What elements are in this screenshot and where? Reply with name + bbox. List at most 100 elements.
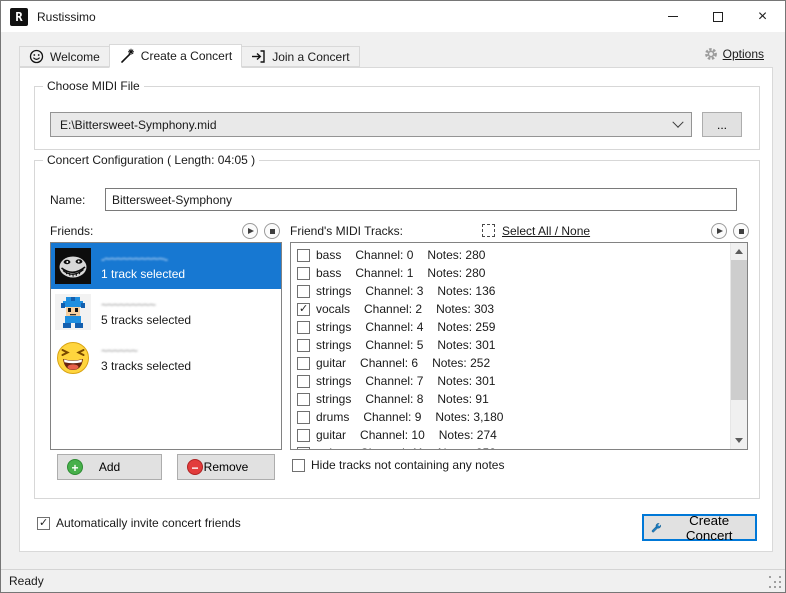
app-icon: R (10, 7, 28, 26)
hide-tracks-checkbox-row[interactable]: Hide tracks not containing any notes (292, 458, 504, 472)
track-row[interactable]: drums Channel: 9 Notes: 3,180 (291, 408, 730, 426)
concert-name-input[interactable] (105, 188, 737, 211)
track-row[interactable]: strings Channel: 8 Notes: 91 (291, 390, 730, 408)
scroll-up-icon[interactable] (731, 243, 747, 260)
titlebar: R Rustissimo × (1, 1, 785, 32)
tab-label: Welcome (50, 49, 100, 64)
track-instrument: strings (316, 392, 352, 406)
tab-create-a-concert[interactable]: Create a Concert (108, 44, 243, 68)
remove-minus-icon: − (187, 459, 203, 475)
play-icon (717, 228, 723, 234)
track-channel: Channel: 6 (360, 356, 419, 370)
create-concert-label: Create Concert (685, 512, 733, 543)
tracks-list: bass Channel: 0 Notes: 280 bass Channel:… (290, 242, 748, 450)
tracks-list-rows: bass Channel: 0 Notes: 280 bass Channel:… (291, 243, 730, 449)
add-button[interactable]: + Add (57, 454, 162, 480)
friend-row[interactable]: ~~~~~~ 3 tracks selected (51, 335, 281, 381)
track-checkbox[interactable] (297, 266, 310, 280)
track-notes: Notes: 301 (437, 338, 496, 352)
track-notes: Notes: 252 (438, 446, 496, 449)
close-button[interactable]: × (740, 1, 785, 32)
track-instrument: bass (316, 248, 342, 262)
track-instrument: guitar (316, 446, 346, 449)
remove-button[interactable]: − Remove (177, 454, 275, 480)
track-row[interactable]: guitar Channel: 11 Notes: 252 (291, 444, 730, 449)
tab-label: Create a Concert (140, 49, 233, 63)
hide-tracks-label: Hide tracks not containing any notes (311, 458, 505, 472)
auto-invite-checkbox[interactable] (37, 516, 50, 530)
track-notes: Notes: 301 (437, 374, 496, 388)
friends-play-button[interactable] (242, 223, 258, 239)
midi-file-combobox[interactable]: E:\Bittersweet-Symphony.mid (50, 112, 692, 137)
track-notes: Notes: 136 (437, 284, 496, 298)
join-arrow-icon (252, 50, 265, 63)
friends-midi-tracks-label: Friend's MIDI Tracks: (290, 224, 403, 238)
tracks-stop-button[interactable] (733, 223, 749, 239)
track-channel: Channel: 9 (363, 410, 422, 424)
create-concert-button[interactable]: Create Concert (642, 512, 757, 543)
friends-stop-button[interactable] (264, 223, 280, 239)
track-row[interactable]: bass Channel: 1 Notes: 280 (291, 264, 730, 282)
track-checkbox[interactable] (297, 284, 310, 298)
track-row[interactable]: guitar Channel: 10 Notes: 274 (291, 426, 730, 444)
track-channel: Channel: 10 (360, 428, 425, 442)
gear-icon (704, 48, 717, 60)
wrench-icon (651, 522, 662, 532)
app-window: R Rustissimo × Welcome Create a Concert … (0, 0, 786, 593)
tab-welcome[interactable]: Welcome (19, 46, 110, 67)
select-all-none-link[interactable]: Select All / None (502, 224, 590, 238)
tab-join-a-concert[interactable]: Join a Concert (241, 46, 360, 67)
browse-button[interactable]: ... (702, 112, 742, 137)
track-notes: Notes: 280 (427, 248, 486, 262)
track-notes: Notes: 3,180 (435, 410, 504, 424)
track-instrument: strings (316, 374, 352, 388)
minimize-button[interactable] (650, 1, 695, 32)
close-icon: × (757, 7, 768, 25)
track-checkbox[interactable] (297, 356, 310, 370)
track-checkbox[interactable] (297, 428, 310, 442)
auto-invite-checkbox-row[interactable]: Automatically invite concert friends (37, 516, 241, 530)
track-notes: Notes: 280 (427, 266, 486, 280)
track-checkbox[interactable] (297, 248, 310, 262)
remove-label: Remove (203, 460, 249, 474)
scrollbar-thumb[interactable] (731, 260, 747, 400)
add-plus-icon: + (67, 459, 83, 475)
track-row[interactable]: strings Channel: 5 Notes: 301 (291, 336, 730, 354)
maximize-button[interactable] (695, 1, 740, 32)
options-link[interactable]: Options (704, 47, 764, 61)
track-row[interactable]: bass Channel: 0 Notes: 280 (291, 246, 730, 264)
tracks-play-button[interactable] (711, 223, 727, 239)
track-checkbox[interactable] (297, 302, 310, 316)
create-concert-page: Choose MIDI File E:\Bittersweet-Symphony… (19, 67, 773, 552)
track-checkbox[interactable] (297, 410, 310, 424)
track-notes: Notes: 259 (437, 320, 496, 334)
track-row[interactable]: strings Channel: 3 Notes: 136 (291, 282, 730, 300)
track-row[interactable]: strings Channel: 4 Notes: 259 (291, 318, 730, 336)
track-channel: Channel: 7 (365, 374, 424, 388)
track-checkbox[interactable] (297, 374, 310, 388)
track-checkbox[interactable] (297, 446, 310, 449)
megaman-avatar (55, 294, 91, 330)
friend-row[interactable]: -~~~~~~~~~~- 1 track selected (51, 243, 281, 289)
minimize-icon (667, 16, 678, 17)
track-channel: Channel: 4 (365, 320, 424, 334)
track-row[interactable]: strings Channel: 7 Notes: 301 (291, 372, 730, 390)
track-row[interactable]: guitar Channel: 6 Notes: 252 (291, 354, 730, 372)
select-all-checkbox-icon[interactable] (482, 224, 495, 237)
track-notes: Notes: 252 (432, 356, 491, 370)
friend-row[interactable]: ~~~~~~~~~ 5 tracks selected (51, 289, 281, 335)
track-checkbox[interactable] (297, 392, 310, 406)
tracks-scrollbar[interactable] (730, 243, 747, 449)
scroll-down-icon[interactable] (731, 432, 747, 449)
track-checkbox[interactable] (297, 338, 310, 352)
group-label: Concert Configuration ( Length: 04:05 ) (43, 153, 260, 167)
track-checkbox[interactable] (297, 320, 310, 334)
friend-status: 3 tracks selected (101, 358, 192, 373)
resize-grip-icon[interactable] (769, 576, 781, 588)
stop-icon (269, 228, 275, 234)
friend-status: 5 tracks selected (101, 312, 192, 327)
track-channel: Channel: 2 (364, 302, 423, 316)
friend-name-redacted: -~~~~~~~~~~- (101, 251, 168, 266)
hide-tracks-checkbox[interactable] (292, 458, 305, 472)
track-row[interactable]: vocals Channel: 2 Notes: 303 (291, 300, 730, 318)
